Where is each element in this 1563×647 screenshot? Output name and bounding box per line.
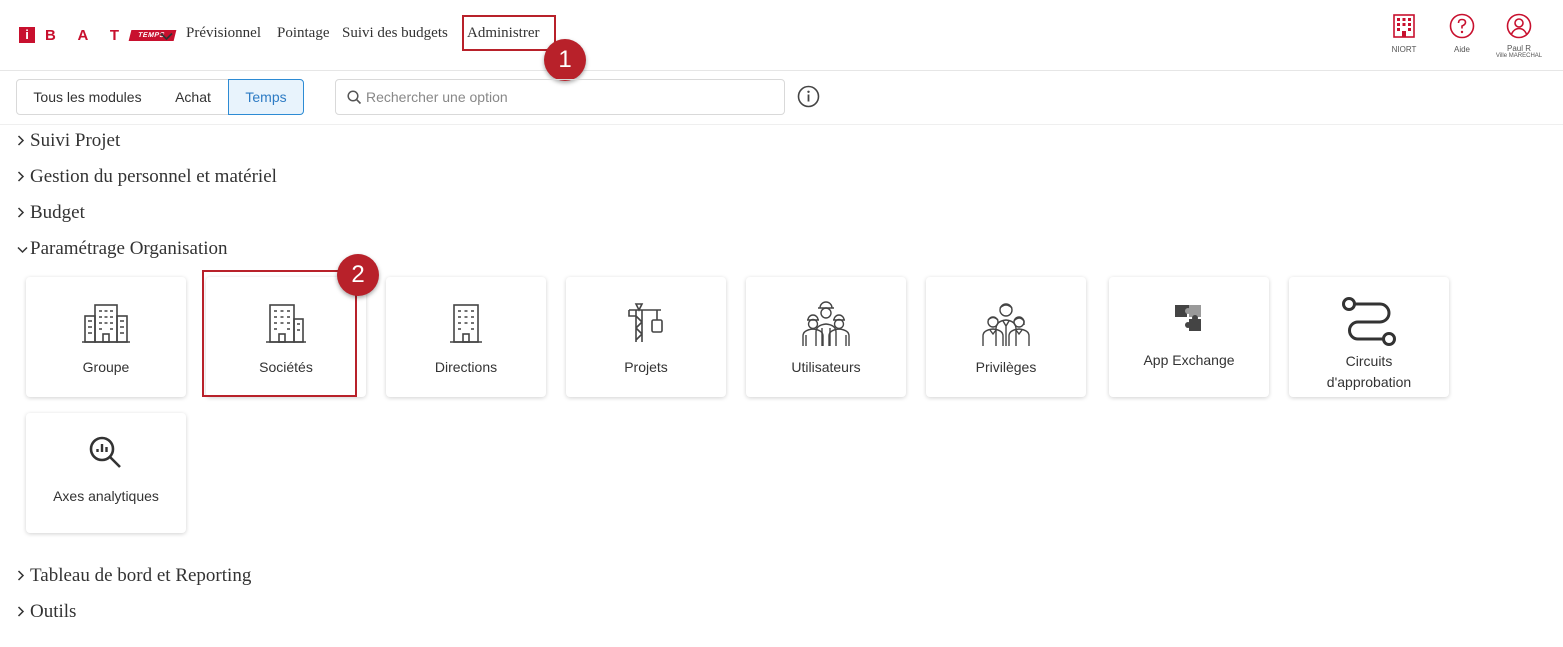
tile-label: Privilèges [975,359,1037,375]
building-icon [26,302,186,344]
callout-highlight-administrer [462,15,556,51]
callout-badge-1: 1 [544,39,586,81]
chevron-right-icon [17,166,29,188]
section-label: Outils [30,601,77,622]
callout-highlight-societes [202,270,357,397]
tile-label: App Exchange [1143,352,1235,368]
callout-badge-2: 2 [337,254,379,296]
user-menu[interactable]: Paul R Ville MARECHAL [1492,13,1546,60]
section-label: Budget [30,202,85,223]
search-icon [347,90,362,110]
filter-achat[interactable]: Achat [158,79,229,115]
logo-brand: B A T [45,26,129,44]
tile-utilisateurs[interactable]: Utilisateurs [746,277,906,397]
tile-directions[interactable]: Directions [386,277,546,397]
user-sub: Ville MARECHAL [1495,53,1543,59]
workers-icon [746,298,906,348]
user-icon [1506,13,1532,39]
tile-label: Groupe [82,359,130,375]
section-tableau-de-bord[interactable]: Tableau de bord et Reporting [17,565,251,587]
section-budget[interactable]: Budget [17,202,85,224]
nav-suivi-budgets[interactable]: Suivi des budgets [342,25,448,42]
building-icon [1393,14,1415,38]
tile-label: Axes analytiques [53,488,159,504]
chevron-down-icon[interactable] [160,28,173,46]
search-box [335,79,785,115]
tile-privileges[interactable]: Privilèges [926,277,1086,397]
chevron-right-icon [17,202,29,224]
logo-letter: i [19,27,35,43]
section-label: Gestion du personnel et matériel [30,166,277,187]
site-label: NIORT [1391,45,1417,54]
tile-app-exchange[interactable]: App Exchange [1109,277,1269,397]
help-icon [1449,13,1475,39]
tile-groupe[interactable]: Groupe [26,277,186,397]
help-button[interactable]: Aide [1443,13,1481,54]
people-icon [926,298,1086,348]
user-name: Paul R [1506,44,1531,53]
filter-tous-modules[interactable]: Tous les modules [16,79,159,115]
crane-icon [566,302,726,344]
section-suivi-projet[interactable]: Suivi Projet [17,130,120,152]
tile-axes-analytiques[interactable]: Axes analytiques [26,413,186,533]
top-bar: i B A T TEMPS Prévisionnel Pointage Suiv… [0,0,1563,71]
section-label: Tableau de bord et Reporting [30,565,252,586]
tile-label: Circuits d'approbation [1326,353,1412,390]
divider [0,124,1563,125]
tile-label: Utilisateurs [791,359,861,375]
search-input[interactable] [366,81,776,113]
section-gestion-personnel[interactable]: Gestion du personnel et matériel [17,166,277,188]
tile-projets[interactable]: Projets [566,277,726,397]
section-parametrage-organisation[interactable]: Paramétrage Organisation [17,238,228,260]
filter-temps[interactable]: Temps [228,79,304,115]
app-logo[interactable]: i B A T TEMPS [19,26,177,44]
section-outils[interactable]: Outils [17,601,76,623]
info-icon[interactable] [797,85,820,113]
tile-label: Projets [624,359,668,375]
nav-previsionnel[interactable]: Prévisionnel [186,25,261,42]
section-label: Suivi Projet [30,130,121,151]
analytics-icon [26,435,186,471]
chevron-right-icon [17,601,29,623]
puzzle-icon [1109,301,1269,335]
section-label: Paramétrage Organisation [30,238,228,259]
tile-circuits-approbation[interactable]: Circuits d'approbation [1289,277,1449,397]
chevron-right-icon [17,130,29,152]
workflow-icon [1289,295,1449,347]
office-icon [386,302,546,344]
tile-label: Directions [434,359,498,375]
site-selector[interactable]: NIORT [1384,13,1424,54]
help-label: Aide [1453,45,1470,54]
chevron-down-icon [17,238,29,260]
chevron-right-icon [17,565,29,587]
nav-pointage[interactable]: Pointage [277,25,330,42]
